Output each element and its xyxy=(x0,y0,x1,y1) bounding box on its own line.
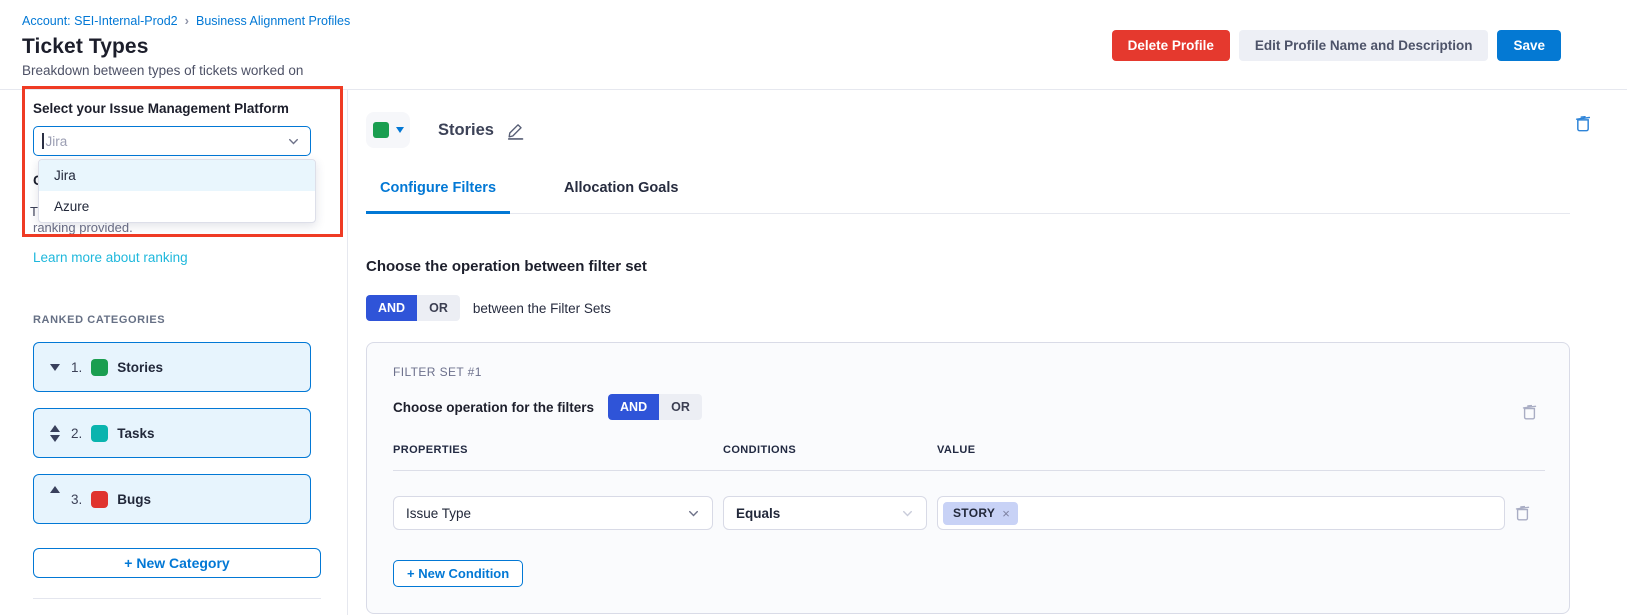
filter-column-headers: PROPERTIES CONDITIONS VALUE xyxy=(393,444,1545,456)
property-select-value: Issue Type xyxy=(406,506,471,521)
edit-pencil-icon[interactable] xyxy=(506,121,525,140)
operation-heading: Choose the operation between filter set xyxy=(366,258,1627,275)
sort-up-icon[interactable] xyxy=(48,486,62,493)
category-name: Tasks xyxy=(117,426,154,441)
category-card-tasks[interactable]: 2. Tasks xyxy=(33,408,311,458)
page-subtitle: Breakdown between types of tickets worke… xyxy=(22,63,1627,78)
platform-label: Select your Issue Management Platform xyxy=(33,101,347,116)
and-or-toggle: AND OR xyxy=(366,295,460,321)
operation-caption: between the Filter Sets xyxy=(473,301,611,316)
category-rank: 1. xyxy=(71,360,82,375)
category-name: Stories xyxy=(117,360,163,375)
column-header-conditions: CONDITIONS xyxy=(723,444,927,456)
filter-set-operation-row: AND OR between the Filter Sets xyxy=(366,295,1627,321)
filter-set-panel: FILTER SET #1 Choose operation for the f… xyxy=(366,342,1570,614)
category-header-row: Stories xyxy=(366,112,1627,148)
category-color-dot xyxy=(91,425,108,442)
chevron-down-icon xyxy=(687,507,700,520)
chevron-down-icon xyxy=(901,507,914,520)
filters-or-toggle-button[interactable]: OR xyxy=(659,394,702,420)
tabs: Configure Filters Allocation Goals xyxy=(366,174,1570,214)
platform-dropdown-menu: Jira Azure xyxy=(38,159,316,223)
condition-select-value: Equals xyxy=(736,506,780,521)
breadcrumb-account-link[interactable]: Account: SEI-Internal-Prod2 xyxy=(22,14,178,28)
value-tag: STORY × xyxy=(943,502,1018,525)
chevron-down-icon xyxy=(287,135,300,148)
save-button[interactable]: Save xyxy=(1497,30,1561,61)
platform-placeholder: Jira xyxy=(46,134,288,149)
sort-down-icon[interactable] xyxy=(48,364,62,371)
filters-operation-label: Choose operation for the filters xyxy=(393,400,594,415)
ranked-categories-label: RANKED CATEGORIES xyxy=(33,314,347,326)
category-title: Stories xyxy=(438,121,494,140)
category-color-picker-button[interactable] xyxy=(366,112,410,148)
new-category-button[interactable]: + New Category xyxy=(33,548,321,578)
column-header-properties: PROPERTIES xyxy=(393,444,713,456)
category-name: Bugs xyxy=(117,492,151,507)
app: Account: SEI-Internal-Prod2 › Business A… xyxy=(0,0,1627,615)
learn-more-ranking-link[interactable]: Learn more about ranking xyxy=(33,250,188,265)
tab-allocation-goals[interactable]: Allocation Goals xyxy=(558,174,684,213)
main-content: Stories Configure Filters Allocation xyxy=(348,90,1627,615)
value-input[interactable]: STORY × xyxy=(937,496,1505,530)
page-header: Account: SEI-Internal-Prod2 › Business A… xyxy=(0,0,1627,90)
filters-operation-row: Choose operation for the filters AND OR xyxy=(393,394,1545,420)
breadcrumb: Account: SEI-Internal-Prod2 › Business A… xyxy=(22,13,1627,28)
property-select[interactable]: Issue Type xyxy=(393,496,713,530)
color-swatch xyxy=(373,122,389,138)
category-card-stories[interactable]: 1. Stories xyxy=(33,342,311,392)
category-rank: 2. xyxy=(71,426,82,441)
obscured-content: C T ranking provided. Jira Azure xyxy=(33,156,333,248)
dropdown-option-jira[interactable]: Jira xyxy=(39,160,315,191)
breadcrumb-separator-icon: › xyxy=(185,13,189,28)
obscured-text-fragment: T xyxy=(30,204,38,219)
sidebar: Select your Issue Management Platform Ji… xyxy=(0,90,348,615)
condition-select[interactable]: Equals xyxy=(723,496,927,530)
dropdown-option-azure[interactable]: Azure xyxy=(39,191,315,222)
or-toggle-button[interactable]: OR xyxy=(417,295,460,321)
category-color-dot xyxy=(91,491,108,508)
new-condition-button[interactable]: + New Condition xyxy=(393,560,523,587)
filters-and-toggle-button[interactable]: AND xyxy=(608,394,659,420)
category-color-dot xyxy=(91,359,108,376)
tag-remove-icon[interactable]: × xyxy=(1002,506,1010,521)
value-tag-label: STORY xyxy=(953,506,995,520)
text-cursor xyxy=(42,133,44,149)
filter-set-title: FILTER SET #1 xyxy=(393,365,1545,379)
category-rank: 3. xyxy=(71,492,82,507)
delete-category-trash-icon[interactable] xyxy=(1575,114,1591,133)
caret-down-icon xyxy=(396,127,404,133)
divider xyxy=(33,598,321,599)
condition-row: Issue Type Equals STORY xyxy=(393,496,1545,530)
sort-both-icon[interactable] xyxy=(48,425,62,442)
and-toggle-button[interactable]: AND xyxy=(366,295,417,321)
breadcrumb-section-link[interactable]: Business Alignment Profiles xyxy=(196,14,350,28)
edit-profile-button[interactable]: Edit Profile Name and Description xyxy=(1239,30,1489,61)
delete-condition-trash-icon[interactable] xyxy=(1515,504,1545,522)
divider xyxy=(393,470,1545,471)
tab-configure-filters[interactable]: Configure Filters xyxy=(366,174,510,214)
column-header-value: VALUE xyxy=(937,444,1505,456)
header-actions: Delete Profile Edit Profile Name and Des… xyxy=(1112,30,1561,61)
platform-select-input[interactable]: Jira xyxy=(33,126,311,156)
delete-filter-set-trash-icon[interactable] xyxy=(1522,403,1537,421)
category-card-bugs[interactable]: 3. Bugs xyxy=(33,474,311,524)
delete-profile-button[interactable]: Delete Profile xyxy=(1112,30,1230,61)
filters-and-or-toggle: AND OR xyxy=(608,394,702,420)
